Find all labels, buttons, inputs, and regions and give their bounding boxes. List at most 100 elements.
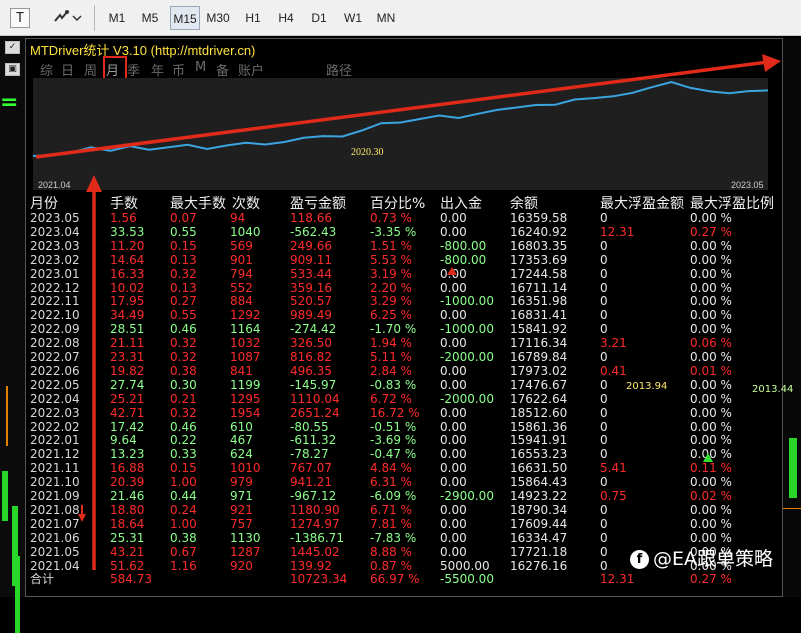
cell-month: 2022.09	[30, 322, 80, 337]
cell-maxlots: 0.67	[170, 544, 197, 559]
table-total-row[interactable]: 合计 584.73 10723.34 66.97 % -5500.00 12.31 0.27…	[0, 572, 801, 586]
timeframe-m30[interactable]: M30	[203, 6, 233, 30]
timeframe-w1[interactable]: W1	[340, 6, 366, 30]
cell-pnl: -967.12	[290, 489, 337, 503]
cell-maxlots: 1.00	[170, 475, 197, 490]
cell-maxlots: 0.44	[170, 489, 197, 503]
timeframe-m15[interactable]: M15	[170, 6, 200, 30]
cell-count: 552	[230, 280, 253, 295]
table-row[interactable]: 2022.05 27.74 0.30 1199 -145.97 -0.83 % 0.00 17…	[0, 378, 801, 392]
column-header-lots[interactable]: 手数	[110, 193, 138, 213]
cell-pnl: 989.49	[290, 308, 332, 323]
timeframe-h4[interactable]: H4	[273, 6, 299, 30]
cell-lots: 25.31	[110, 530, 145, 545]
cell-count: 921	[230, 502, 253, 517]
table-row[interactable]: 2023.03 11.20 0.15 569 249.66 1.51 % -800.00 16…	[0, 239, 801, 253]
menu-item-6[interactable]: 币	[172, 60, 185, 79]
watermark-logo: f	[630, 550, 649, 569]
table-row[interactable]: 2022.12 10.02 0.13 552 359.16 2.20 % 0.00 16711…	[0, 281, 801, 295]
cell-maxlots: 0.13	[170, 252, 197, 267]
table-row[interactable]: 2023.01 16.33 0.32 794 533.44 3.19 % 0.00 17244…	[0, 267, 801, 281]
cell-count: 884	[230, 294, 253, 309]
menu-item-2[interactable]: 周	[84, 60, 97, 79]
cell-lots: 43.21	[110, 544, 145, 559]
cell-maxfloatpct: 0.27 %	[690, 572, 732, 587]
timeframe-h1[interactable]: H1	[240, 6, 266, 30]
table-row[interactable]: 2022.08 21.11 0.32 1032 326.50 1.94 % 0.00 1711…	[0, 336, 801, 350]
cell-lots: 27.74	[110, 377, 145, 392]
table-row[interactable]: 2022.02 17.42 0.46 610 -80.55 -0.51 % 0.00 1586…	[0, 420, 801, 434]
cell-month: 2022.11	[30, 294, 80, 309]
cell-month: 2021.04	[30, 558, 80, 573]
column-header-flow[interactable]: 出入金	[440, 193, 482, 213]
cell-month: 2022.08	[30, 336, 80, 351]
cell-maxlots: 0.13	[170, 280, 197, 295]
cell-balance: 15861.36	[510, 419, 568, 434]
table-row[interactable]: 2022.03 42.71 0.32 1954 2651.24 16.72 % 0.00 18…	[0, 406, 801, 420]
table-row[interactable]: 2022.06 19.82 0.38 841 496.35 2.84 % 0.00 17973…	[0, 364, 801, 378]
text-tool-icon[interactable]: T	[10, 8, 30, 28]
cell-pct: 16.72 %	[370, 405, 420, 420]
timeframe-d1[interactable]: D1	[306, 6, 332, 30]
cell-month: 2021.10	[30, 475, 80, 490]
cell-flow: 0.00	[440, 516, 467, 531]
menu-item-7[interactable]: M	[195, 60, 206, 75]
objects-tool-icon[interactable]	[52, 8, 72, 28]
column-header-maxfloat[interactable]: 最大浮盈金额	[600, 193, 684, 213]
table-row[interactable]: 2021.06 25.31 0.38 1130 -1386.71 -7.83 % 0.00 1…	[0, 531, 801, 545]
cell-maxfloat: 0	[600, 294, 608, 309]
table-row[interactable]: 2022.04 25.21 0.21 1295 1110.04 6.72 % -2000.0…	[0, 392, 801, 406]
cell-maxfloatpct: 0.01 %	[690, 363, 732, 378]
table-row[interactable]: 2023.04 33.53 0.55 1040 -562.43 -3.35 % 0.00 16…	[0, 225, 801, 239]
cell-flow: -2000.00	[440, 350, 494, 364]
cell-flow: 0.00	[440, 224, 467, 239]
table-row[interactable]: 2022.10 34.49 0.55 1292 989.49 6.25 % 0.00 1683…	[0, 308, 801, 322]
column-header-month[interactable]: 月份	[30, 193, 58, 213]
timeframe-mn[interactable]: MN	[373, 6, 399, 30]
expand-icon[interactable]: ▣	[5, 63, 20, 76]
cell-pnl: 816.82	[290, 350, 332, 364]
table-row[interactable]: 2022.01 9.64 0.22 467 -611.32 -3.69 % 0.00 1594…	[0, 433, 801, 447]
table-row[interactable]: 2022.09 28.51 0.46 1164 -274.42 -1.70 % -1000.…	[0, 322, 801, 336]
menu-item-10[interactable]: 路径	[326, 60, 352, 79]
table-row[interactable]: 2023.02 14.64 0.13 901 909.11 5.53 % -800.00 17…	[0, 253, 801, 267]
cell-month: 2023.01	[30, 266, 80, 281]
column-header-count[interactable]: 次数	[232, 193, 260, 213]
table-row[interactable]: 2022.07 23.31 0.32 1087 816.82 5.11 % -2000.00…	[0, 350, 801, 364]
menu-item-8[interactable]: 备	[216, 60, 229, 79]
table-row[interactable]: 2021.11 16.88 0.15 1010 767.07 4.84 % 0.00 1663…	[0, 461, 801, 475]
menu-item-0[interactable]: 综	[40, 60, 53, 79]
watermark-text: @EA跟单策略	[653, 548, 774, 570]
column-header-maxlots[interactable]: 最大手数	[170, 193, 226, 213]
cell-maxfloatpct: 0.00 %	[690, 502, 732, 517]
column-header-maxfloatpct[interactable]: 最大浮盈比例	[690, 193, 774, 213]
column-header-balance[interactable]: 余额	[510, 193, 538, 213]
table-row[interactable]: 2022.11 17.95 0.27 884 520.57 3.29 % -1000.00 1…	[0, 294, 801, 308]
table-row[interactable]: 2023.05 1.56 0.07 94 118.66 0.73 % 0.00 16359.5…	[0, 211, 801, 225]
cell-maxfloatpct: 0.00 %	[690, 433, 732, 448]
column-header-pct[interactable]: 百分比%	[370, 193, 425, 213]
column-header-pnl[interactable]: 盈亏金额	[290, 193, 346, 213]
table-row[interactable]: 2021.07 18.64 1.00 757 1274.97 7.81 % 0.00 1760…	[0, 517, 801, 531]
cell-pct: 7.81 %	[370, 516, 412, 531]
cell-lots: 1.56	[110, 211, 137, 225]
cell-flow: -2900.00	[440, 489, 494, 503]
table-row[interactable]: 2021.12 13.23 0.33 624 -78.27 -0.47 % 0.00 1655…	[0, 447, 801, 461]
menu-item-5[interactable]: 年	[151, 60, 164, 79]
cell-flow: 0.00	[440, 419, 467, 434]
checkbox-icon[interactable]: ✓	[5, 41, 20, 54]
menu-item-1[interactable]: 日	[61, 60, 74, 79]
menu-item-9[interactable]: 账户	[238, 60, 264, 79]
cell-maxfloatpct: 0.00 %	[690, 211, 732, 225]
table-row[interactable]: 2021.09 21.46 0.44 971 -967.12 -6.09 % -2900.0…	[0, 489, 801, 503]
table-row[interactable]: 2021.08 18.80 0.24 921 1180.90 6.71 % 0.00 1879…	[0, 503, 801, 517]
cell-balance: 15941.91	[510, 433, 568, 448]
timeframe-m5[interactable]: M5	[137, 6, 163, 30]
timeframe-m1[interactable]: M1	[104, 6, 130, 30]
chevron-down-icon[interactable]	[72, 8, 82, 28]
cell-maxfloat: 0	[600, 405, 608, 420]
menu-item-4[interactable]: 季	[127, 60, 140, 79]
cell-balance: 16359.58	[510, 211, 568, 225]
table-row[interactable]: 2021.10 20.39 1.00 979 941.21 6.31 % 0.00 15864…	[0, 475, 801, 489]
cell-pnl: -274.42	[290, 322, 337, 337]
